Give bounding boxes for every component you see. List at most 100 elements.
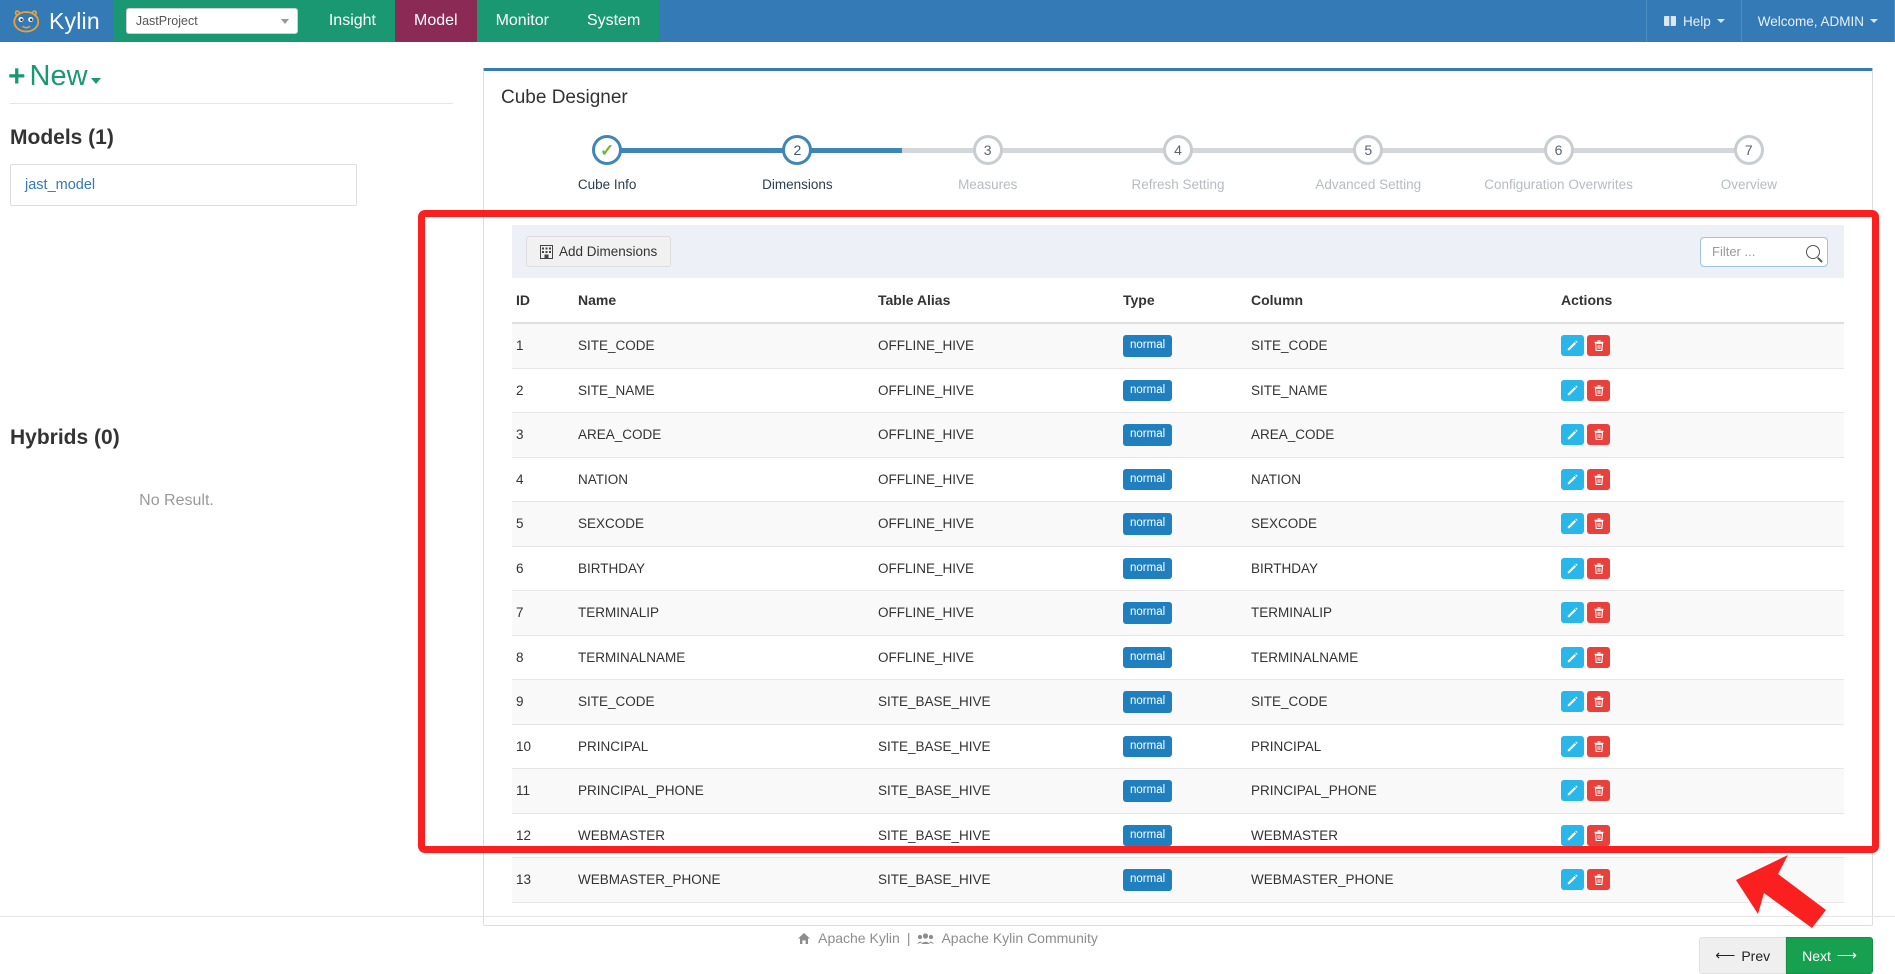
brand-logo-area[interactable]: Kylin bbox=[0, 0, 114, 42]
wizard-stepper: ✓ Cube Info 2 Dimensions 3 Measures 4 Re… bbox=[512, 135, 1844, 207]
wizard-step-7[interactable]: 7 Overview bbox=[1654, 135, 1844, 192]
delete-row-button[interactable] bbox=[1587, 557, 1610, 579]
cell-column: PRINCIPAL bbox=[1251, 724, 1561, 769]
edit-row-button[interactable] bbox=[1561, 424, 1584, 446]
search-icon[interactable] bbox=[1806, 244, 1820, 259]
col-header-type[interactable]: Type bbox=[1123, 278, 1251, 324]
cell-name: SITE_NAME bbox=[578, 368, 878, 413]
table-row[interactable]: 2 SITE_NAME OFFLINE_HIVE normal SITE_NAME bbox=[512, 368, 1844, 413]
wizard-step-6[interactable]: 6 Configuration Overwrites bbox=[1463, 135, 1653, 192]
nav-link-system[interactable]: System bbox=[567, 0, 660, 42]
cell-type: normal bbox=[1123, 857, 1251, 903]
edit-row-button[interactable] bbox=[1561, 513, 1584, 535]
nav-link-model[interactable]: Model bbox=[395, 0, 477, 42]
table-row[interactable]: 4 NATION OFFLINE_HIVE normal NATION bbox=[512, 457, 1844, 502]
wizard-step-5[interactable]: 5 Advanced Setting bbox=[1273, 135, 1463, 192]
wizard-step-3[interactable]: 3 Measures bbox=[893, 135, 1083, 192]
dimensions-table-body: 1 SITE_CODE OFFLINE_HIVE normal SITE_CODE 2 SI… bbox=[512, 323, 1844, 903]
cell-type: normal bbox=[1123, 724, 1251, 769]
edit-row-button[interactable] bbox=[1561, 557, 1584, 579]
cell-actions bbox=[1561, 368, 1844, 413]
table-row[interactable]: 1 SITE_CODE OFFLINE_HIVE normal SITE_CODE bbox=[512, 323, 1844, 369]
delete-row-button[interactable] bbox=[1587, 646, 1610, 668]
table-row[interactable]: 11 PRINCIPAL_PHONE SITE_BASE_HIVE normal PRI… bbox=[512, 768, 1844, 814]
table-row[interactable]: 8 TERMINALNAME OFFLINE_HIVE normal TERMINALN… bbox=[512, 635, 1844, 680]
row-action-group bbox=[1561, 646, 1838, 668]
next-button[interactable]: Next ⟶ bbox=[1786, 937, 1873, 974]
col-header-column[interactable]: Column bbox=[1251, 278, 1561, 324]
delete-row-button[interactable] bbox=[1587, 869, 1610, 891]
cell-column: AREA_CODE bbox=[1251, 412, 1561, 458]
delete-row-button[interactable] bbox=[1587, 379, 1610, 401]
delete-row-button[interactable] bbox=[1587, 513, 1610, 535]
stepper-progress bbox=[607, 148, 903, 153]
delete-row-button[interactable] bbox=[1587, 735, 1610, 757]
table-row[interactable]: 12 WEBMASTER SITE_BASE_HIVE normal WEBMASTER bbox=[512, 813, 1844, 858]
filter-input-wrap[interactable] bbox=[1700, 236, 1828, 267]
user-menu[interactable]: Welcome, ADMIN bbox=[1740, 0, 1895, 42]
table-row[interactable]: 3 AREA_CODE OFFLINE_HIVE normal AREA_CODE bbox=[512, 412, 1844, 458]
main-content: Cube Designer ✓ Cube Info 2 Dimensions 3 bbox=[463, 42, 1895, 974]
table-row[interactable]: 7 TERMINALIP OFFLINE_HIVE normal TERMINALIP bbox=[512, 590, 1844, 636]
table-row[interactable]: 9 SITE_CODE SITE_BASE_HIVE normal SITE_CODE bbox=[512, 679, 1844, 725]
delete-row-button[interactable] bbox=[1587, 468, 1610, 490]
cell-table-alias: SITE_BASE_HIVE bbox=[878, 724, 1123, 769]
delete-row-button[interactable] bbox=[1587, 602, 1610, 624]
edit-row-button[interactable] bbox=[1561, 468, 1584, 490]
cell-actions bbox=[1561, 635, 1844, 680]
prev-button[interactable]: ⟵ Prev bbox=[1699, 937, 1787, 974]
col-header-alias[interactable]: Table Alias bbox=[878, 278, 1123, 324]
arrow-right-icon: ⟶ bbox=[1836, 947, 1857, 963]
add-dimensions-button[interactable]: Add Dimensions bbox=[526, 236, 672, 267]
status-badge: normal bbox=[1123, 468, 1173, 490]
delete-row-button[interactable] bbox=[1587, 780, 1610, 802]
filter-input[interactable] bbox=[1710, 243, 1805, 260]
cell-name: NATION bbox=[578, 457, 878, 502]
delete-row-button[interactable] bbox=[1587, 691, 1610, 713]
cell-column: WEBMASTER bbox=[1251, 813, 1561, 858]
edit-row-button[interactable] bbox=[1561, 602, 1584, 624]
table-row[interactable]: 10 PRINCIPAL SITE_BASE_HIVE normal PRINCIPAL bbox=[512, 724, 1844, 769]
edit-row-button[interactable] bbox=[1561, 646, 1584, 668]
page-footer: Apache Kylin | Apache Kylin Community bbox=[0, 916, 1895, 959]
table-row[interactable]: 13 WEBMASTER_PHONE SITE_BASE_HIVE normal WEB… bbox=[512, 857, 1844, 903]
footer-link-apache-kylin-community[interactable]: Apache Kylin Community bbox=[941, 930, 1097, 946]
add-dimensions-label: Add Dimensions bbox=[559, 244, 658, 259]
help-menu[interactable]: Help bbox=[1645, 0, 1741, 42]
cell-id: 8 bbox=[512, 635, 578, 680]
edit-row-button[interactable] bbox=[1561, 379, 1584, 401]
cell-column: SEXCODE bbox=[1251, 501, 1561, 547]
model-link-jast-model[interactable]: jast_model bbox=[25, 177, 95, 193]
table-row[interactable]: 5 SEXCODE OFFLINE_HIVE normal SEXCODE bbox=[512, 501, 1844, 547]
cell-type: normal bbox=[1123, 590, 1251, 636]
edit-row-button[interactable] bbox=[1561, 780, 1584, 802]
home-icon bbox=[798, 932, 811, 944]
wizard-step-1[interactable]: ✓ Cube Info bbox=[512, 135, 702, 192]
edit-row-button[interactable] bbox=[1561, 691, 1584, 713]
wizard-step-4[interactable]: 4 Refresh Setting bbox=[1083, 135, 1273, 192]
step-6-label: Configuration Overwrites bbox=[1484, 177, 1633, 192]
project-select[interactable]: JastProject bbox=[125, 8, 298, 34]
nav-link-monitor[interactable]: Monitor bbox=[476, 0, 568, 42]
wizard-step-2[interactable]: 2 Dimensions bbox=[702, 135, 892, 192]
edit-row-button[interactable] bbox=[1561, 869, 1584, 891]
edit-row-button[interactable] bbox=[1561, 735, 1584, 757]
pencil-icon bbox=[1567, 518, 1578, 529]
edit-row-button[interactable] bbox=[1561, 824, 1584, 846]
delete-row-button[interactable] bbox=[1587, 424, 1610, 446]
footer-link-apache-kylin[interactable]: Apache Kylin bbox=[818, 930, 900, 946]
model-list-item[interactable]: jast_model bbox=[10, 164, 357, 206]
table-row[interactable]: 6 BIRTHDAY OFFLINE_HIVE normal BIRTHDAY bbox=[512, 546, 1844, 591]
col-header-name[interactable]: Name bbox=[578, 278, 878, 324]
cell-table-alias: OFFLINE_HIVE bbox=[878, 457, 1123, 502]
edit-row-button[interactable] bbox=[1561, 335, 1584, 357]
new-button[interactable]: + New bbox=[0, 54, 463, 103]
cell-id: 12 bbox=[512, 813, 578, 858]
delete-row-button[interactable] bbox=[1587, 824, 1610, 846]
hybrids-heading: Hybrids (0) bbox=[10, 426, 120, 449]
step-1-circle: ✓ bbox=[592, 135, 623, 165]
nav-link-insight[interactable]: Insight bbox=[309, 0, 395, 42]
delete-row-button[interactable] bbox=[1587, 335, 1610, 357]
col-header-id[interactable]: ID bbox=[512, 278, 578, 324]
cell-type: normal bbox=[1123, 813, 1251, 858]
